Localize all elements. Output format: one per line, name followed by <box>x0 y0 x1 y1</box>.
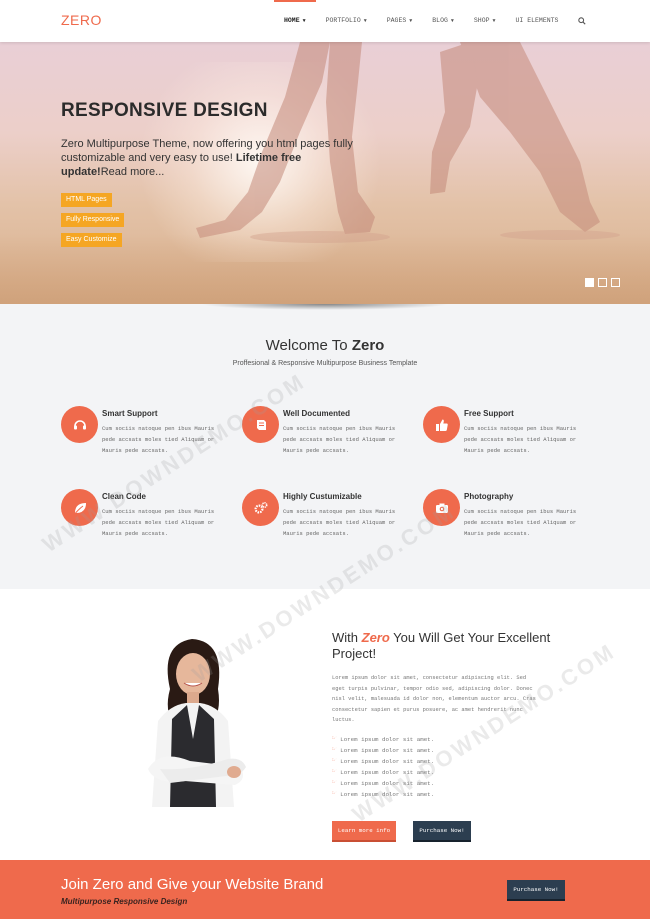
slider-pagination <box>585 278 620 287</box>
feature-title: Well Documented <box>283 409 350 418</box>
list-item-text: Lorem ipsum dolor sit amet. <box>340 758 435 765</box>
slider-dot[interactable] <box>611 278 620 287</box>
feature-desc: Cum sociis natoque pen ibus Mauris pede … <box>464 508 577 537</box>
cta-purchase-button[interactable]: Purchase Now! <box>507 880 565 899</box>
purchase-now-button[interactable]: Purchase Now! <box>413 821 471 840</box>
thumbs-up-icon: ☞ <box>332 757 337 765</box>
nav-item-pages[interactable]: PAGES ▼ <box>377 0 423 42</box>
nav-label: PORTFOLIO <box>325 17 361 24</box>
list-item-text: Lorem ipsum dolor sit amet. <box>340 769 435 776</box>
thumbs-up-icon: ☞ <box>332 779 337 787</box>
nav-item-portfolio[interactable]: PORTFOLIO ▼ <box>316 0 377 42</box>
businesswoman-image <box>148 639 246 807</box>
caret-down-icon: ▼ <box>302 18 306 24</box>
welcome-heading: Welcome To Zero <box>0 337 650 354</box>
list-item-text: Lorem ipsum dolor sit amet. <box>340 747 435 754</box>
promo-section: With Zero You Will Get Your Excellent Pr… <box>0 589 650 860</box>
feature-desc: Cum sociis natoque pen ibus Mauris pede … <box>283 508 396 537</box>
caret-down-icon: ▼ <box>492 18 496 24</box>
feature-title: Photography <box>464 492 514 501</box>
hero-text: Zero Multipurpose Theme, now offering yo… <box>61 137 361 179</box>
nav-label: SHOP <box>473 17 490 24</box>
feature-title: Highly Custumizable <box>283 492 362 501</box>
thumbs-up-icon: ☞ <box>332 735 337 743</box>
list-item-text: Lorem ipsum dolor sit amet. <box>340 791 435 798</box>
list-item-text: Lorem ipsum dolor sit amet. <box>340 780 435 787</box>
main-nav: HOME ▼ PORTFOLIO ▼ PAGES ▼ BLOG ▼ SHOP ▼ UI E… <box>274 0 596 42</box>
learn-more-button[interactable]: Learn more info <box>332 821 396 840</box>
nav-label: UI ELEMENTS <box>515 17 559 24</box>
promo-title-prefix: With <box>332 630 362 645</box>
list-item: ☞ Lorem ipsum dolor sit amet. <box>332 756 434 767</box>
welcome-subheading: Proffesional & Responsive Multipurpose B… <box>232 360 418 367</box>
hero-text-plain: Zero Multipurpose Theme, now offering yo… <box>61 138 353 164</box>
support-icon <box>61 406 98 443</box>
caret-down-icon: ▼ <box>409 18 413 24</box>
promo-title-brand: Zero <box>361 630 390 645</box>
feature-title: Clean Code <box>102 492 147 501</box>
hero-title: RESPONSIVE DESIGN <box>61 100 268 121</box>
list-item-text: Lorem ipsum dolor sit amet. <box>340 736 435 743</box>
search-icon <box>578 17 587 25</box>
leaf-icon <box>61 489 98 526</box>
cta-band: Join Zero and Give your Website Brand Mu… <box>0 860 650 919</box>
feature-desc: Cum sociis natoque pen ibus Mauris pede … <box>102 425 215 454</box>
feature-desc: Cum sociis natoque pen ibus Mauris pede … <box>464 425 577 454</box>
caret-down-icon: ▼ <box>450 18 454 24</box>
nav-label: PAGES <box>386 17 407 24</box>
slider-dot-active[interactable] <box>585 278 594 287</box>
navbar: ZERO HOME ▼ PORTFOLIO ▼ PAGES ▼ BLOG ▼ SHOP ▼… <box>0 0 650 42</box>
promo-paragraph: Lorem ipsum dolor sit amet, consectetur … <box>332 675 536 723</box>
list-item: ☞ Lorem ipsum dolor sit amet. <box>332 734 434 745</box>
list-item: ☞ Lorem ipsum dolor sit amet. <box>332 789 434 800</box>
cta-subtitle: Multipurpose Responsive Design <box>61 897 188 906</box>
feature-desc: Cum sociis natoque pen ibus Mauris pede … <box>102 508 215 537</box>
search-button[interactable] <box>568 0 596 42</box>
nav-item-ui-elements[interactable]: UI ELEMENTS <box>506 0 569 42</box>
features-section: Welcome To Zero Proffesional & Responsiv… <box>0 304 650 589</box>
nav-item-home[interactable]: HOME ▼ <box>274 0 316 42</box>
nav-label: HOME <box>284 17 300 24</box>
promo-title: With Zero You Will Get Your Excellent Pr… <box>332 630 582 662</box>
read-more-link[interactable]: Read more... <box>101 166 165 178</box>
thumbs-up-icon: ☞ <box>332 768 337 776</box>
camera-icon <box>423 489 460 526</box>
promo-list: ☞ Lorem ipsum dolor sit amet. ☞ Lorem ipsu… <box>332 734 434 800</box>
nav-label: BLOG <box>432 17 448 24</box>
feature-title: Free Support <box>464 409 514 418</box>
thumbs-up-icon <box>423 406 460 443</box>
hero-tags: HTML Pages Fully Responsive Easy Customi… <box>61 193 125 253</box>
welcome-brand: Zero <box>351 337 385 354</box>
welcome-prefix: Welcome To <box>265 337 352 354</box>
hero-tag[interactable]: Easy Customize <box>61 233 122 247</box>
list-item: ☞ Lorem ipsum dolor sit amet. <box>332 745 434 756</box>
book-icon <box>242 406 279 443</box>
cta-title: Join Zero and Give your Website Brand <box>61 876 324 893</box>
hero-slider: RESPONSIVE DESIGN Zero Multipurpose Them… <box>0 42 650 304</box>
nav-item-shop[interactable]: SHOP ▼ <box>464 0 506 42</box>
list-item: ☞ Lorem ipsum dolor sit amet. <box>332 767 434 778</box>
caret-down-icon: ▼ <box>363 18 367 24</box>
hero-tag[interactable]: Fully Responsive <box>61 213 125 227</box>
feature-desc: Cum sociis natoque pen ibus Mauris pede … <box>283 425 396 454</box>
nav-item-blog[interactable]: BLOG ▼ <box>422 0 464 42</box>
feature-title: Smart Support <box>102 409 158 418</box>
slider-dot[interactable] <box>598 278 607 287</box>
logo[interactable]: ZERO <box>61 12 102 28</box>
thumbs-up-icon: ☞ <box>332 746 337 754</box>
list-item: ☞ Lorem ipsum dolor sit amet. <box>332 778 434 789</box>
hero-tag[interactable]: HTML Pages <box>61 193 112 207</box>
thumbs-up-icon: ☞ <box>332 790 337 798</box>
gears-icon <box>242 489 279 526</box>
